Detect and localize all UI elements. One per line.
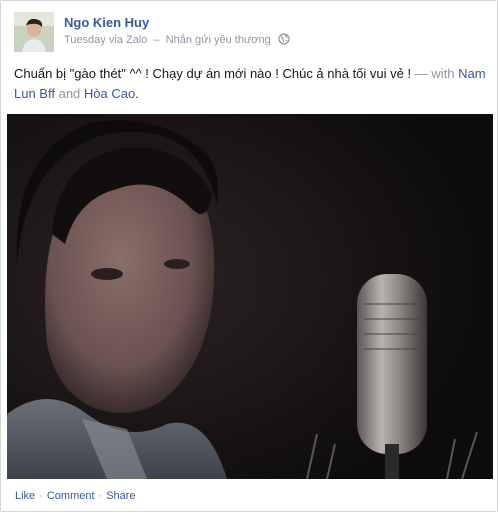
post-actions: Like · Comment · Share	[15, 490, 136, 502]
post-time[interactable]: Tuesday	[64, 34, 106, 46]
post-meta: Tuesday via Zalo – Nhắn gửi yêu thương	[64, 33, 290, 48]
via-app[interactable]: Zalo	[126, 34, 147, 46]
post-photo[interactable]	[7, 114, 493, 479]
action-dot: ·	[98, 490, 103, 502]
author-name[interactable]: Ngo Kien Huy	[64, 15, 149, 30]
comment-link[interactable]: Comment	[47, 490, 95, 502]
meta-separator: –	[153, 34, 160, 46]
photo-image	[7, 114, 493, 479]
avatar-image	[14, 12, 54, 52]
message-end: .	[135, 86, 139, 101]
share-link[interactable]: Share	[106, 490, 135, 502]
and-label: and	[58, 86, 81, 101]
tagged-friend-2[interactable]: Hòa Cao	[84, 86, 135, 101]
post-message: Chuẩn bị "gào thét" ^^ ! Chạy dự án mới …	[14, 64, 489, 104]
with-label: — with	[414, 66, 455, 81]
post-header: Ngo Kien Huy Tuesday via Zalo – Nhắn gửi…	[14, 12, 484, 52]
feeling-text: Nhắn gửi yêu thương	[165, 34, 271, 46]
feed-post: Ngo Kien Huy Tuesday via Zalo – Nhắn gửi…	[0, 0, 498, 512]
like-link[interactable]: Like	[15, 490, 35, 502]
via-label: via	[108, 34, 123, 46]
message-text: Chuẩn bị "gào thét" ^^ ! Chạy dự án mới …	[14, 66, 412, 81]
action-dot: ·	[39, 490, 43, 502]
globe-icon[interactable]	[278, 33, 290, 48]
avatar[interactable]	[14, 12, 54, 52]
